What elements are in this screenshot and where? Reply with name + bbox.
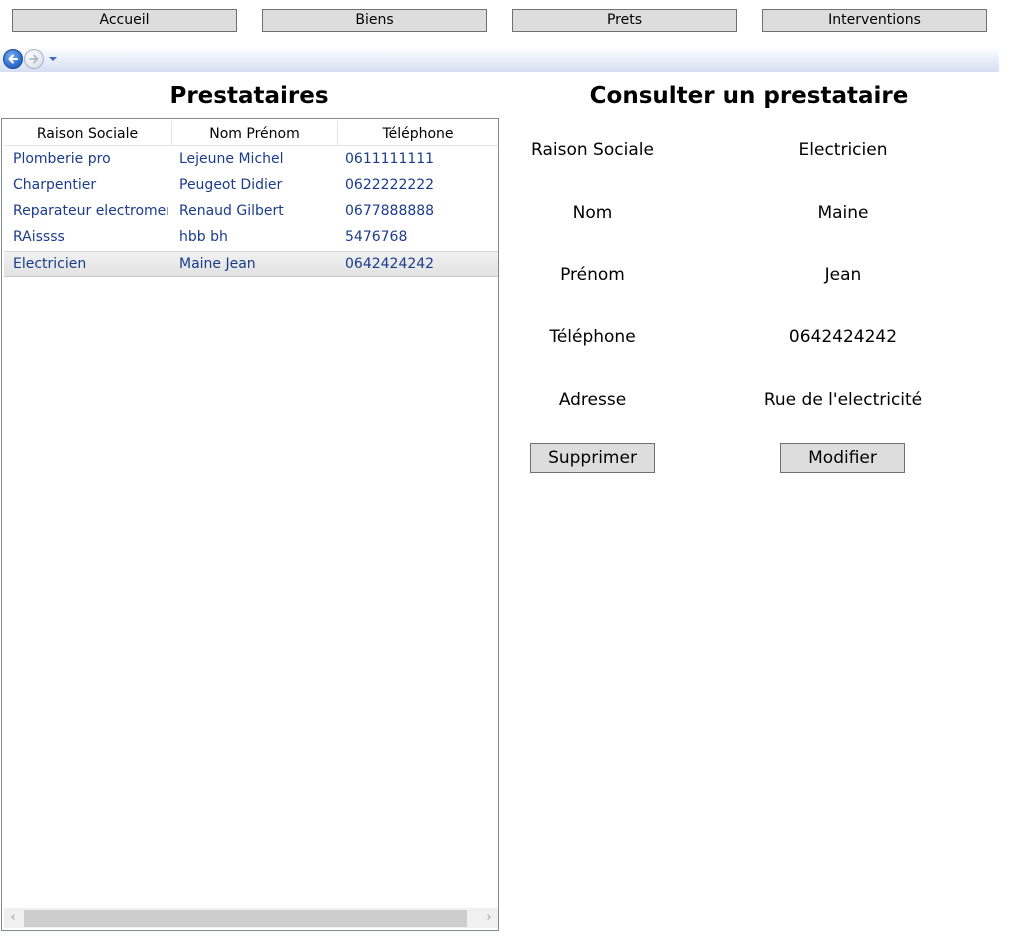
value-adresse: Rue de l'electricité — [763, 390, 923, 410]
detail-title: Consulter un prestataire — [589, 83, 909, 109]
delete-button[interactable]: Supprimer — [530, 443, 655, 473]
cell-raison-sociale: Electricien — [13, 256, 87, 272]
cell-telephone: 0677888888 — [345, 203, 435, 219]
label-prenom: Prénom — [560, 265, 625, 285]
value-prenom: Jean — [824, 265, 862, 285]
cell-nom-prenom: Renaud Gilbert — [179, 203, 284, 219]
cell-raison-sociale: Reparateur electromenager — [13, 203, 168, 219]
nav-button-interventions[interactable]: Interventions — [762, 9, 987, 32]
table-row[interactable]: Plomberie pro Lejeune Michel 0611111111 — [4, 147, 498, 173]
value-nom: Maine — [817, 203, 869, 223]
value-telephone: 0642424242 — [788, 327, 898, 347]
cell-raison-sociale: Charpentier — [13, 177, 97, 193]
cell-nom-prenom: Maine Jean — [179, 256, 256, 272]
cell-telephone: 0611111111 — [345, 151, 435, 167]
table-row[interactable]: RAissss hbb bh 5476768 — [4, 225, 498, 251]
column-header-nom-prenom[interactable]: Nom Prénom — [172, 121, 338, 146]
forward-arrow-icon[interactable] — [24, 49, 44, 69]
back-arrow-icon[interactable] — [3, 49, 23, 69]
column-header-raison-sociale[interactable]: Raison Sociale — [4, 121, 172, 146]
cell-nom-prenom: Peugeot Didier — [179, 177, 283, 193]
nav-button-biens[interactable]: Biens — [262, 9, 487, 32]
navigation-bar — [0, 47, 999, 72]
cell-nom-prenom: Lejeune Michel — [179, 151, 284, 167]
scroll-right-icon[interactable]: › — [480, 908, 498, 928]
cell-raison-sociale: Plomberie pro — [13, 151, 111, 167]
horizontal-scrollbar[interactable]: ‹ › — [4, 908, 498, 928]
chevron-down-icon[interactable] — [48, 55, 58, 63]
list-title: Prestataires — [169, 83, 329, 109]
value-raison-sociale: Electricien — [798, 140, 888, 160]
table-row[interactable]: Charpentier Peugeot Didier 0622222222 — [4, 173, 498, 199]
scrollbar-thumb[interactable] — [24, 910, 467, 927]
label-adresse: Adresse — [558, 390, 627, 410]
nav-button-prets[interactable]: Prets — [512, 9, 737, 32]
list-rows: Plomberie pro Lejeune Michel 0611111111 … — [4, 147, 498, 277]
scroll-left-icon[interactable]: ‹ — [4, 908, 22, 928]
label-nom: Nom — [572, 203, 613, 223]
cell-telephone: 5476768 — [345, 229, 408, 245]
list-header: Raison Sociale Nom Prénom Téléphone — [4, 121, 498, 146]
cell-raison-sociale: RAissss — [13, 229, 65, 245]
label-telephone: Téléphone — [549, 327, 636, 347]
prestataires-list[interactable]: Raison Sociale Nom Prénom Téléphone Plom… — [1, 118, 499, 931]
column-header-telephone[interactable]: Téléphone — [338, 121, 498, 146]
cell-telephone: 0642424242 — [345, 256, 435, 272]
edit-button[interactable]: Modifier — [780, 443, 905, 473]
cell-nom-prenom: hbb bh — [179, 229, 228, 245]
label-raison-sociale: Raison Sociale — [531, 140, 654, 160]
nav-button-accueil[interactable]: Accueil — [12, 9, 237, 32]
table-row-selected[interactable]: Electricien Maine Jean 0642424242 — [4, 251, 498, 277]
cell-telephone: 0622222222 — [345, 177, 435, 193]
table-row[interactable]: Reparateur electromenager Renaud Gilbert… — [4, 199, 498, 225]
